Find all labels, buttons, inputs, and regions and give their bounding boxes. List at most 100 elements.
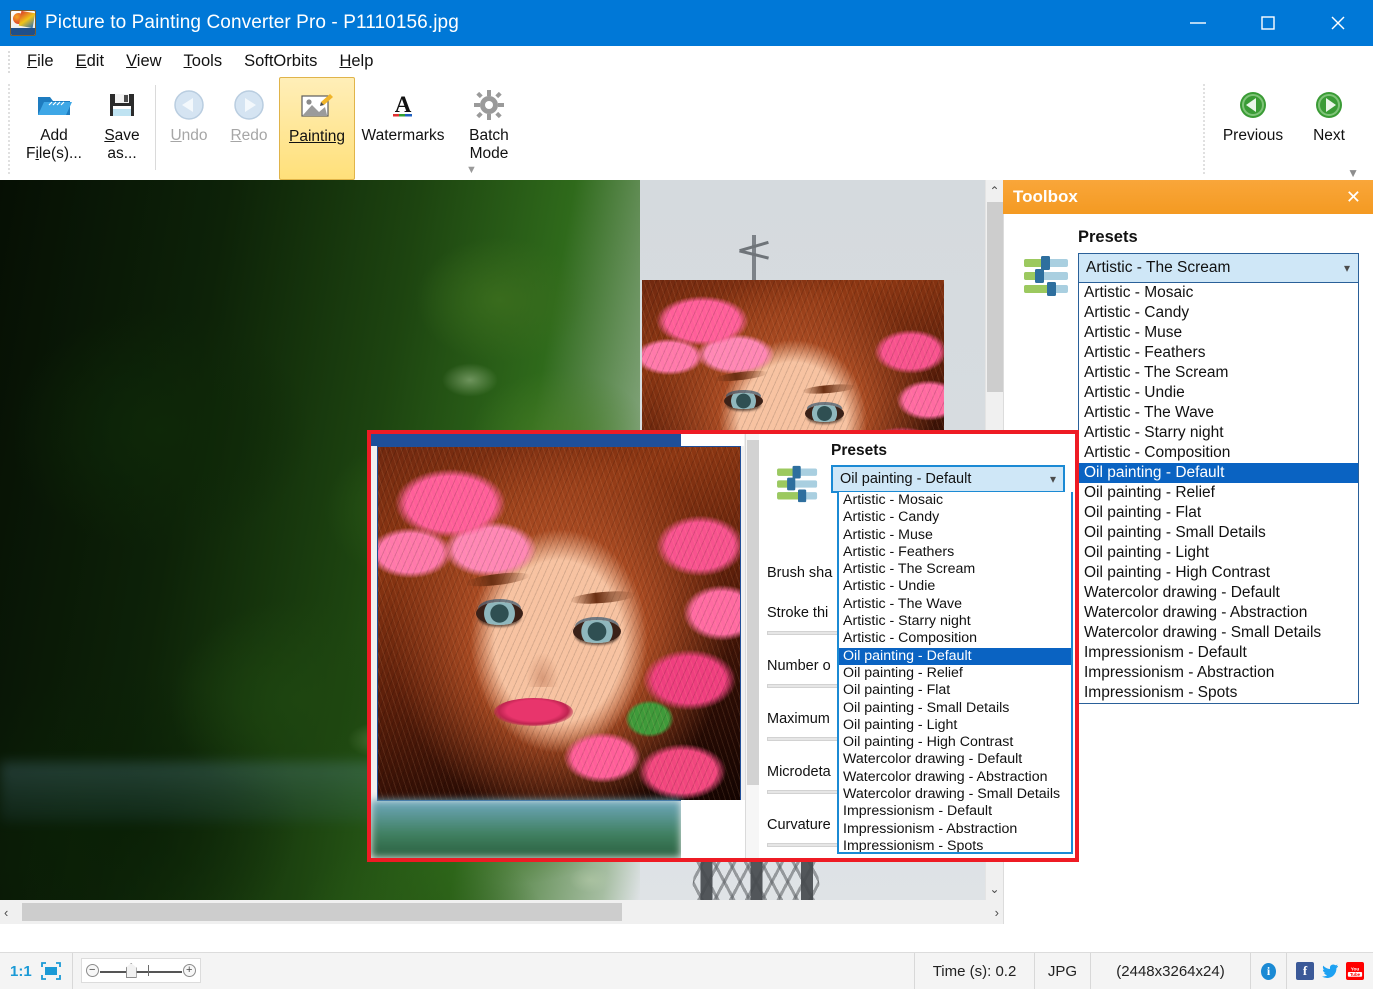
zoom-out-button[interactable]: −: [85, 964, 99, 977]
preset-option[interactable]: Artistic - Feathers: [1079, 343, 1358, 363]
preset-option[interactable]: Oil painting - Small Details: [1079, 523, 1358, 543]
scroll-down-icon[interactable]: ⌄: [989, 878, 999, 900]
preset-option[interactable]: Artistic - Starry night: [839, 613, 1071, 630]
preset-option[interactable]: Artistic - The Scream: [1079, 363, 1358, 383]
undo-button[interactable]: Undo: [159, 77, 219, 180]
canvas-horizontal-scrollbar[interactable]: ‹ ›: [0, 900, 1003, 924]
preset-option[interactable]: Watercolor drawing - Default: [1079, 583, 1358, 603]
preset-option[interactable]: Impressionism - Abstraction: [1079, 663, 1358, 683]
callout-vertical-scrollbar[interactable]: [745, 434, 759, 858]
twitter-icon[interactable]: [1321, 962, 1339, 980]
preset-option[interactable]: Artistic - Candy: [1079, 303, 1358, 323]
close-button[interactable]: [1303, 0, 1373, 46]
zoom-ratio-label[interactable]: 1:1: [0, 953, 38, 989]
preset-option[interactable]: Watercolor drawing - Abstraction: [1079, 603, 1358, 623]
preset-option[interactable]: Impressionism - Abstraction: [839, 821, 1071, 838]
scroll-left-icon[interactable]: ‹: [4, 905, 8, 920]
preset-option[interactable]: Artistic - Starry night: [1079, 423, 1358, 443]
preset-option[interactable]: Watercolor drawing - Abstraction: [839, 769, 1071, 786]
nav-gripper[interactable]: [1203, 83, 1205, 174]
painting-button[interactable]: Painting: [279, 77, 355, 180]
zoom-in-button[interactable]: +: [182, 964, 196, 977]
next-button[interactable]: Next: [1291, 77, 1367, 180]
preset-option[interactable]: Artistic - Undie: [1079, 383, 1358, 403]
minimize-button[interactable]: [1163, 0, 1233, 46]
batch-mode-button[interactable]: Batch Mode: [451, 77, 527, 180]
preset-option[interactable]: Impressionism - Default: [839, 803, 1071, 820]
preset-option[interactable]: Artistic - Undie: [839, 578, 1071, 595]
callout-preset-combobox[interactable]: Oil painting - Default ▾: [831, 465, 1065, 493]
maximize-button[interactable]: [1233, 0, 1303, 46]
vertical-scroll-thumb[interactable]: [987, 202, 1003, 392]
scroll-right-icon[interactable]: ›: [995, 905, 999, 920]
preset-option[interactable]: Artistic - Composition: [839, 630, 1071, 647]
preset-option[interactable]: Oil painting - Default: [1079, 463, 1358, 483]
chevron-down-icon: ▾: [1343, 261, 1350, 275]
preset-option[interactable]: Artistic - Candy: [839, 509, 1071, 526]
preset-option[interactable]: Artistic - Mosaic: [839, 492, 1071, 509]
youtube-icon[interactable]: You Tube: [1346, 962, 1364, 980]
preset-option[interactable]: Artistic - The Wave: [839, 596, 1071, 613]
toolbox-close-icon[interactable]: ✕: [1340, 187, 1367, 208]
info-button[interactable]: i: [1251, 953, 1287, 989]
preset-option[interactable]: Oil painting - Default: [839, 647, 1071, 665]
preset-option[interactable]: Artistic - The Wave: [1079, 403, 1358, 423]
menu-view[interactable]: View: [115, 49, 172, 74]
horizontal-scroll-thumb[interactable]: [22, 903, 622, 921]
toolbar-gripper[interactable]: [8, 83, 10, 174]
zoom-slider[interactable]: − +: [80, 958, 201, 983]
callout-hair-texture: [378, 447, 740, 800]
callout-preset-option-list[interactable]: Artistic - Mosaic Artistic - Candy Artisti…: [837, 492, 1073, 854]
scroll-up-icon[interactable]: ⌃: [989, 180, 999, 202]
callout-preset-value: Oil painting - Default: [840, 471, 972, 487]
preset-option[interactable]: Artistic - The Scream: [839, 561, 1071, 578]
nav-overflow-chevron-icon[interactable]: ▼: [1347, 167, 1359, 179]
preset-option[interactable]: Watercolor drawing - Default: [839, 751, 1071, 768]
watermarks-button[interactable]: A Watermarks: [355, 77, 451, 180]
preset-combobox[interactable]: Artistic - The Scream ▾: [1078, 253, 1359, 283]
gear-icon: [473, 87, 505, 123]
preset-option[interactable]: Oil painting - High Contrast: [839, 734, 1071, 751]
preset-option[interactable]: Artistic - Composition: [1079, 443, 1358, 463]
facebook-icon[interactable]: f: [1296, 962, 1314, 980]
add-files-line2: File(s)...: [26, 145, 82, 162]
magnified-callout: Presets Oil painting - Default ▾ Brush s…: [367, 430, 1079, 862]
zoom-slider-thumb[interactable]: [125, 963, 137, 978]
preset-option[interactable]: Impressionism - Default: [1079, 643, 1358, 663]
preset-option[interactable]: Impressionism - Spots: [839, 838, 1071, 852]
preset-option[interactable]: Artistic - Mosaic: [1079, 283, 1358, 303]
redo-button[interactable]: Redo: [219, 77, 279, 180]
fit-to-window-icon[interactable]: [38, 953, 73, 989]
window-controls: [1163, 0, 1373, 46]
preset-option[interactable]: Oil painting - Relief: [1079, 483, 1358, 503]
batch-line2: Mode: [469, 145, 509, 162]
preset-option[interactable]: Artistic - Muse: [839, 527, 1071, 544]
callout-scroll-thumb[interactable]: [747, 440, 759, 785]
preset-option[interactable]: Oil painting - Light: [1079, 543, 1358, 563]
menu-help[interactable]: Help: [328, 49, 384, 74]
toolbox-title: Toolbox: [1013, 187, 1078, 206]
status-spacer: [209, 953, 915, 989]
preset-option[interactable]: Oil painting - High Contrast: [1079, 563, 1358, 583]
preset-option[interactable]: Impressionism - Spots: [1079, 683, 1358, 703]
menu-file[interactable]: File: [16, 49, 65, 74]
callout-portrait-artwork: [378, 447, 740, 800]
preset-option[interactable]: Watercolor drawing - Small Details: [839, 786, 1071, 803]
preset-option[interactable]: Oil painting - Small Details: [839, 700, 1071, 717]
preset-option[interactable]: Artistic - Muse: [1079, 323, 1358, 343]
previous-button[interactable]: Previous: [1215, 77, 1291, 180]
preset-option[interactable]: Artistic - Feathers: [839, 544, 1071, 561]
preset-option[interactable]: Oil painting - Flat: [839, 682, 1071, 699]
preset-option[interactable]: Watercolor drawing - Small Details: [1079, 623, 1358, 643]
preset-option[interactable]: Oil painting - Flat: [1079, 503, 1358, 523]
preset-option[interactable]: Oil painting - Relief: [839, 665, 1071, 682]
add-files-button[interactable]: Add File(s)...: [16, 77, 92, 180]
preset-option-list[interactable]: Artistic - Mosaic Artistic - Candy Artisti…: [1078, 283, 1359, 704]
preset-option[interactable]: Oil painting - Light: [839, 717, 1071, 734]
menu-edit[interactable]: Edit: [65, 49, 115, 74]
save-as-button[interactable]: Save as...: [92, 77, 152, 180]
callout-portrait-preview[interactable]: [377, 446, 741, 801]
toolbar-overflow-chevron-icon[interactable]: ▼: [466, 165, 477, 176]
menu-tools[interactable]: Tools: [173, 49, 234, 74]
menu-softorbits[interactable]: SoftOrbits: [233, 49, 328, 74]
